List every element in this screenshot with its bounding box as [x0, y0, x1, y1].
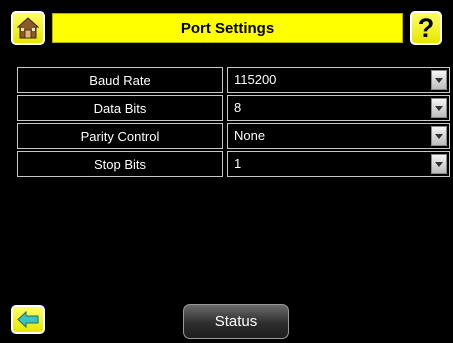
chevron-down-icon[interactable]: [431, 70, 447, 90]
help-icon: ?: [417, 12, 435, 43]
back-arrow-icon: [17, 311, 39, 328]
status-button[interactable]: Status: [183, 304, 289, 339]
status-button-label: Status: [214, 313, 258, 330]
baud-rate-dropdown[interactable]: 115200: [227, 67, 450, 93]
setting-row-data-bits: Data Bits 8: [17, 95, 451, 121]
chevron-down-icon[interactable]: [431, 126, 447, 146]
back-button[interactable]: [11, 305, 45, 334]
parity-control-value: None: [234, 128, 266, 143]
setting-row-parity-control: Parity Control None: [17, 123, 451, 149]
title-bar: Port Settings: [52, 13, 403, 43]
stop-bits-label: Stop Bits: [17, 151, 223, 177]
setting-row-stop-bits: Stop Bits 1: [17, 151, 451, 177]
baud-rate-label: Baud Rate: [17, 67, 223, 93]
home-icon: [16, 17, 40, 39]
setting-row-baud-rate: Baud Rate 115200: [17, 67, 451, 93]
stop-bits-value: 1: [234, 156, 242, 171]
data-bits-dropdown[interactable]: 8: [227, 95, 450, 121]
stop-bits-dropdown[interactable]: 1: [227, 151, 450, 177]
parity-control-dropdown[interactable]: None: [227, 123, 450, 149]
help-button[interactable]: ?: [410, 11, 442, 45]
data-bits-value: 8: [234, 100, 242, 115]
data-bits-label: Data Bits: [17, 95, 223, 121]
port-settings-list: Baud Rate 115200 Data Bits 8 Parity Cont…: [17, 67, 451, 179]
chevron-down-icon[interactable]: [431, 98, 447, 118]
home-button[interactable]: [11, 11, 45, 45]
baud-rate-value: 115200: [234, 72, 277, 87]
parity-control-label: Parity Control: [17, 123, 223, 149]
page-title: Port Settings: [180, 19, 275, 37]
chevron-down-icon[interactable]: [431, 154, 447, 174]
